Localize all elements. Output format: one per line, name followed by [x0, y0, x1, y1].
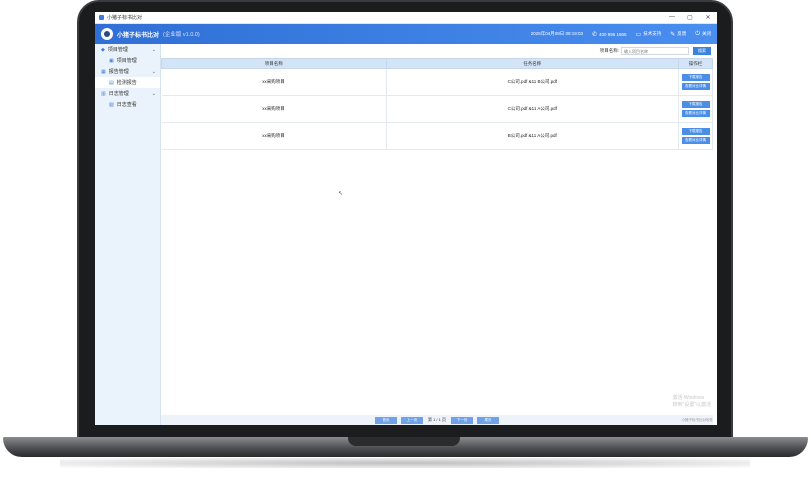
window-title: 小猪子标书比对 [107, 15, 143, 21]
cell-actions: 下载报告 查看对比详情 [678, 122, 713, 150]
layers-icon: ◆ [101, 46, 105, 53]
first-page-button[interactable]: 首页 [374, 416, 397, 424]
download-report-button[interactable]: 下载报告 [681, 128, 710, 135]
sidebar-group-label: 日志管理 [108, 91, 129, 97]
cell-task: B公司.pdf &11 A公司.pdf [386, 122, 680, 150]
mouse-cursor-icon: ↖ [338, 191, 344, 197]
view-details-button[interactable]: 查看对比详情 [681, 110, 710, 117]
sidebar-group-label: 报告管理 [108, 69, 129, 75]
view-details-button[interactable]: 查看对比详情 [681, 83, 710, 90]
sidebar-group-report[interactable]: ▦ 报告管理 ⌄ [95, 66, 160, 77]
activation-watermark: 激活 Windows 转到"设置"以激活 [672, 395, 711, 409]
log-file-icon: ▧ [109, 101, 114, 108]
cell-project: xx采购项目 [161, 122, 387, 150]
cell-project: xx采购项目 [161, 95, 387, 123]
minimize-button[interactable]: — [663, 14, 681, 21]
search-label: 项目名称: [599, 48, 619, 53]
header-right: 2025年04月09日 09:19:03 ✆ 400 996 1865 ▭ 技术支持… [522, 31, 711, 38]
cell-actions: 下载报告 查看对比详情 [678, 68, 713, 96]
app-window: 小猪子标书比对 — ▢ ✕ 小猪子标书比对 (企业版 v1.0.0) 2025年… [95, 12, 717, 425]
page-info: 第 1 / 1 页 [427, 417, 446, 422]
sidebar-group-label: 项目管理 [107, 47, 128, 53]
support-label: 技术支持 [643, 31, 662, 36]
footer-note: 小猪子标书比对软件 [681, 418, 714, 422]
chevron-down-icon: ⌄ [151, 46, 156, 53]
view-details-button[interactable]: 查看对比详情 [681, 137, 710, 144]
phone: ✆ 400 996 1865 [592, 31, 627, 38]
close-button[interactable]: ✕ [699, 14, 717, 21]
sidebar: ◆ 项目管理 ⌄ ▣ 项目管理 ▦ 报告管理 ⌄ ▤ 检测报告 ▥ 日志管理 ⌄ [95, 44, 161, 425]
support-link[interactable]: ▭ 技术支持 [636, 31, 662, 38]
app-header: 小猪子标书比对 (企业版 v1.0.0) 2025年04月09日 09:19:0… [95, 24, 717, 44]
chevron-down-icon: ⌄ [151, 90, 156, 97]
laptop-frame: 小猪子标书比对 — ▢ ✕ 小猪子标书比对 (企业版 v1.0.0) 2025年… [0, 0, 811, 477]
datetime: 2025年04月09日 09:19:03 [530, 31, 583, 36]
chat-icon: ▭ [635, 31, 642, 38]
power-icon: ⏻ [695, 30, 700, 37]
cell-task: C公司.pdf &11 A公司.pdf [386, 95, 680, 123]
download-report-button[interactable]: 下载报告 [681, 101, 710, 108]
laptop-shadow [60, 458, 750, 468]
logo-icon [101, 28, 113, 40]
watermark-line2: 转到"设置"以激活 [672, 402, 711, 408]
maximize-button[interactable]: ▢ [681, 14, 699, 21]
table-row: xx采购项目 C公司.pdf &11 A公司.pdf 下载报告 查看对比详情 [161, 95, 713, 123]
window-controls: — ▢ ✕ [663, 14, 717, 21]
phone-icon: ✆ [591, 31, 598, 38]
pagination: 首页 上一页 第 1 / 1 页 下一页 尾页 [161, 415, 713, 425]
prev-page-button[interactable]: 上一页 [400, 416, 423, 424]
brand-name: 小猪子标书比对 [117, 32, 160, 39]
app-icon [99, 15, 104, 20]
list-icon: ▣ [109, 57, 114, 64]
sidebar-item-label: 检测报告 [116, 80, 137, 86]
report-icon: ▦ [101, 68, 106, 75]
cell-project: xx采购项目 [161, 68, 387, 96]
cell-task: C公司.pdf &11 B公司.pdf [386, 68, 680, 96]
document-icon: ▤ [109, 79, 114, 86]
sidebar-item-label: 项目管理 [116, 58, 137, 64]
download-report-button[interactable]: 下载报告 [681, 74, 710, 81]
column-header-project: 项目名称 [161, 58, 387, 69]
feedback-label: 反馈 [677, 31, 687, 36]
sidebar-item-project-manage[interactable]: ▣ 项目管理 [95, 55, 160, 66]
table-row: xx采购项目 B公司.pdf &11 A公司.pdf 下载报告 查看对比详情 [161, 122, 713, 150]
column-header-task: 任务名称 [385, 58, 680, 69]
table-row: xx采购项目 C公司.pdf &11 B公司.pdf 下载报告 查看对比详情 [161, 68, 713, 96]
column-header-actions: 操作栏 [678, 58, 713, 69]
sidebar-group-project[interactable]: ◆ 项目管理 ⌄ [95, 44, 160, 55]
laptop-notch [348, 437, 460, 446]
edit-icon: ✎ [670, 31, 676, 38]
exit-link[interactable]: ⏻ 关闭 [695, 31, 711, 38]
next-page-button[interactable]: 下一页 [451, 416, 473, 424]
chevron-down-icon: ⌄ [151, 68, 156, 75]
phone-number: 400 996 1865 [599, 31, 627, 37]
edition-label: (企业版 v1.0.0) [163, 32, 200, 38]
search-bar: 项目名称: 搜索 [161, 44, 717, 58]
search-button[interactable]: 搜索 [693, 47, 711, 55]
window-titlebar: 小猪子标书比对 — ▢ ✕ [95, 12, 717, 24]
cell-actions: 下载报告 查看对比详情 [678, 95, 713, 123]
sidebar-item-log-view[interactable]: ▧ 日志查看 [95, 99, 160, 110]
report-table: 项目名称 任务名称 操作栏 xx采购项目 C公司.pdf &11 B公司.pdf… [161, 58, 713, 150]
search-input[interactable] [621, 47, 689, 55]
exit-label: 关闭 [702, 31, 711, 36]
feedback-link[interactable]: ✎ 反馈 [670, 31, 686, 38]
last-page-button[interactable]: 尾页 [477, 416, 499, 424]
watermark-line1: 激活 Windows [672, 395, 705, 401]
sidebar-item-label: 日志查看 [116, 102, 137, 108]
main-content: 项目名称: 搜索 项目名称 任务名称 操作栏 xx采购项目 C公司.pdf &1… [161, 44, 717, 425]
sidebar-group-log[interactable]: ▥ 日志管理 ⌄ [95, 88, 160, 99]
sidebar-item-check-report[interactable]: ▤ 检测报告 [95, 77, 160, 88]
log-icon: ▥ [101, 90, 106, 97]
table-header-row: 项目名称 任务名称 操作栏 [161, 58, 713, 69]
